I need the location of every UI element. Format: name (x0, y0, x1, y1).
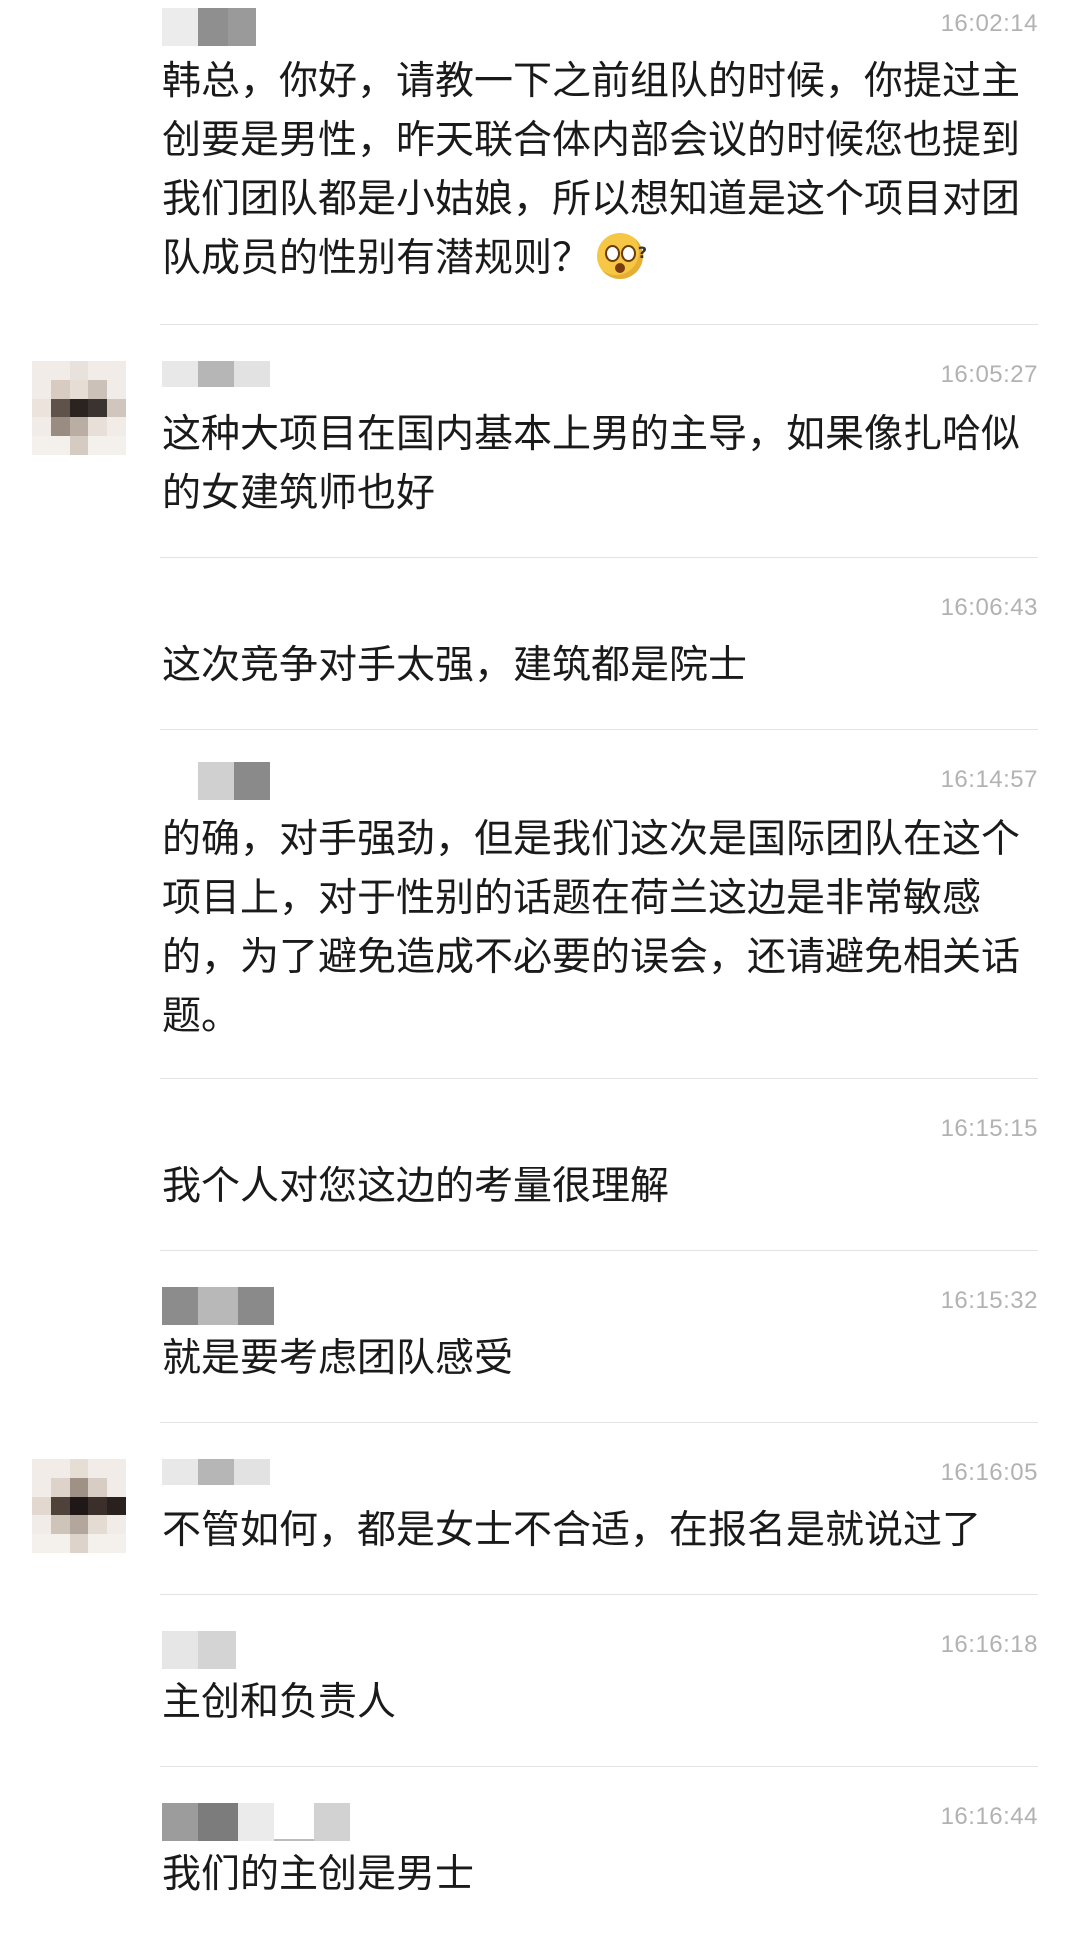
message-timestamp: 16:16:18 (940, 1631, 1038, 1658)
sender-name-redacted (162, 1459, 270, 1485)
divider (160, 1078, 1038, 1079)
divider (160, 729, 1038, 730)
message-text: 的确，对手强劲，但是我们这次是国际团队在这个项目上，对于性别的话题在荷兰这边是非… (162, 817, 1021, 1039)
message-timestamp: 16:16:05 (940, 1459, 1038, 1486)
sender-name-redacted (162, 1287, 274, 1325)
message-timestamp: 16:02:14 (940, 10, 1038, 37)
message-text: 这次竞争对手太强，建筑都是院士 (162, 643, 748, 688)
message-timestamp: 16:16:44 (940, 1803, 1038, 1830)
avatar[interactable] (32, 1459, 126, 1553)
message-text-content: 韩总，你好，请教一下之前组队的时候，你提过主创要是男性，昨天联合体内部会议的时候… (162, 59, 1021, 281)
message-timestamp: 16:15:15 (940, 1115, 1038, 1142)
divider (160, 557, 1038, 558)
sender-name-redacted (162, 1803, 350, 1841)
message-timestamp: 16:05:27 (940, 361, 1038, 388)
message-timestamp: 16:15:32 (940, 1287, 1038, 1314)
divider (160, 324, 1038, 325)
thinking-face-with-question-icon: ? (597, 233, 647, 279)
message-text: 我们的主创是男士 (162, 1852, 475, 1897)
sender-name-redacted (162, 1631, 236, 1669)
divider (160, 1766, 1038, 1767)
sender-name-redacted (162, 361, 270, 387)
avatar[interactable] (32, 361, 126, 455)
message-text: 我个人对您这边的考量很理解 (162, 1164, 670, 1209)
message-text: 主创和负责人 (162, 1680, 397, 1725)
sender-name-redacted (162, 762, 270, 800)
message-timestamp: 16:06:43 (940, 594, 1038, 621)
sender-name-redacted (162, 8, 256, 46)
message-text: 不管如何，都是女士不合适，在报名是就说过了 (162, 1508, 982, 1553)
message-timestamp: 16:14:57 (940, 766, 1038, 793)
divider (160, 1422, 1038, 1423)
message-text: 就是要考虑团队感受 (162, 1336, 514, 1381)
divider (160, 1594, 1038, 1595)
divider (160, 1250, 1038, 1251)
message-text: 韩总，你好，请教一下之前组队的时候，你提过主创要是男性，昨天联合体内部会议的时候… (162, 52, 1042, 288)
message-text: 这种大项目在国内基本上男的主导，如果像扎哈似的女建筑师也好 (162, 412, 1021, 516)
